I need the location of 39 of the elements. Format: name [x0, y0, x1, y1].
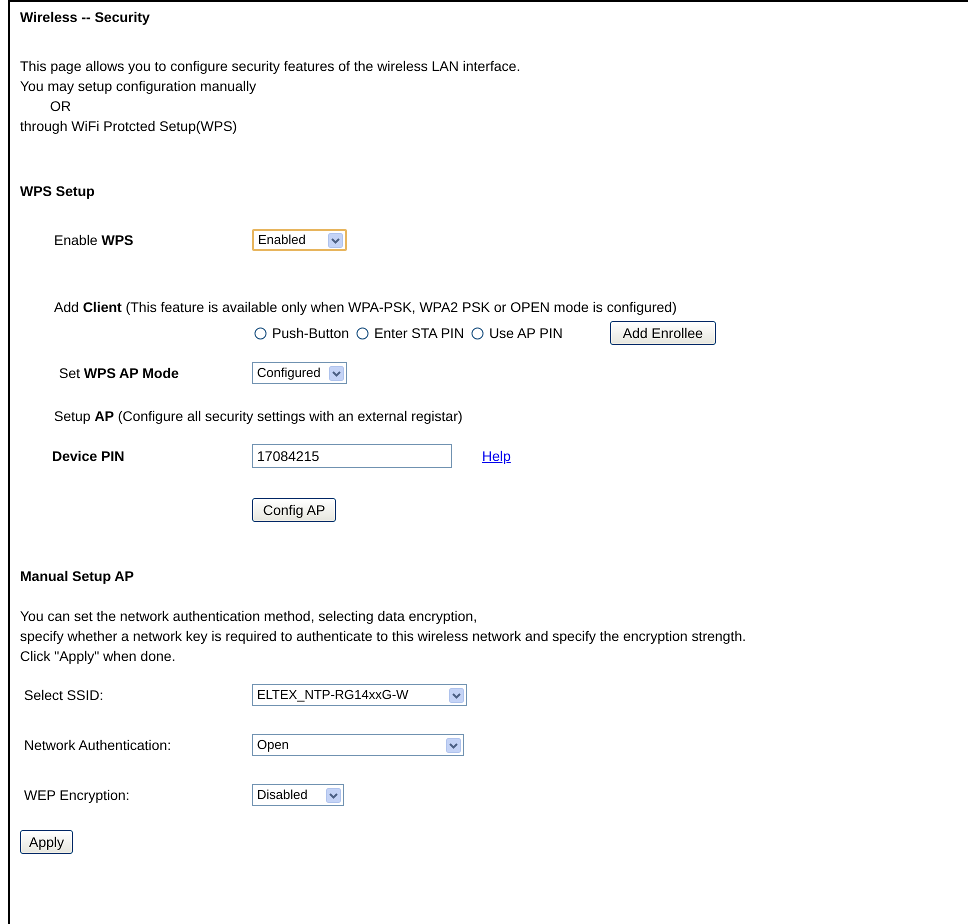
- caret-icon: [449, 688, 464, 702]
- section-heading: Manual Setup AP: [20, 567, 135, 586]
- client-description: Add Client (This feature is available only when WPA-PSK, WPA2 PSK or OPEN mode is configured): [54, 298, 678, 317]
- dropdown[interactable]: Open: [252, 734, 464, 756]
- caret-icon: [326, 788, 341, 802]
- radio-icon[interactable]: [356, 326, 370, 340]
- intro-text: This page allows you to configure security features of the wireless LAN interface.: [20, 57, 522, 76]
- dropdown[interactable]: Enabled: [252, 229, 347, 251]
- button[interactable]: Apply: [20, 830, 74, 854]
- caret-icon: [446, 738, 461, 752]
- setup-ap-text: Setup AP (Configure all security settings with an external registar): [53, 407, 464, 426]
- dropdown[interactable]: Disabled: [252, 784, 344, 806]
- intro-text: through WiFi Protcted Setup(WPS): [20, 117, 238, 136]
- field-label: Set WPS AP Mode: [59, 364, 179, 380]
- dropdown[interactable]: ELTEX_NTP-RG14xxG-W: [252, 684, 467, 706]
- dropdown[interactable]: Configured: [252, 362, 347, 384]
- page-title: Wireless -- Security: [20, 8, 151, 27]
- description-text: Click "Apply" when done.: [20, 647, 176, 666]
- description-text: You can set the network authentication method, selecting data encryption,: [20, 607, 478, 626]
- caret-icon: [329, 366, 344, 380]
- radio-icon[interactable]: [471, 326, 484, 340]
- caret-icon: [328, 232, 343, 248]
- help-link[interactable]: Help: [482, 446, 511, 466]
- field-label: Select SSID:: [24, 686, 104, 702]
- description-text: specify whether a network key is required to authenticate to this wireless network and specify the encryption strength.: [20, 627, 748, 646]
- field-label: Network Authentication:: [24, 736, 172, 752]
- intro-text: You may setup configuration manually: [20, 77, 258, 96]
- radio-option[interactable]: Use AP PIN: [471, 322, 563, 344]
- section-heading: WPS Setup: [20, 182, 96, 201]
- radio-option[interactable]: Enter STA PIN: [356, 322, 464, 344]
- radio-icon[interactable]: [254, 326, 267, 340]
- field-label: Enable WPS: [54, 232, 134, 248]
- intro-text: OR: [49, 97, 72, 116]
- button[interactable]: Config AP: [252, 498, 336, 522]
- button[interactable]: Add Enrollee: [610, 321, 716, 345]
- radio-option[interactable]: Push-Button: [254, 322, 350, 344]
- pin-input-field[interactable]: 17084215: [252, 444, 452, 468]
- field-label: WEP Encryption:: [24, 786, 130, 802]
- field-label: Device PIN: [52, 448, 124, 464]
